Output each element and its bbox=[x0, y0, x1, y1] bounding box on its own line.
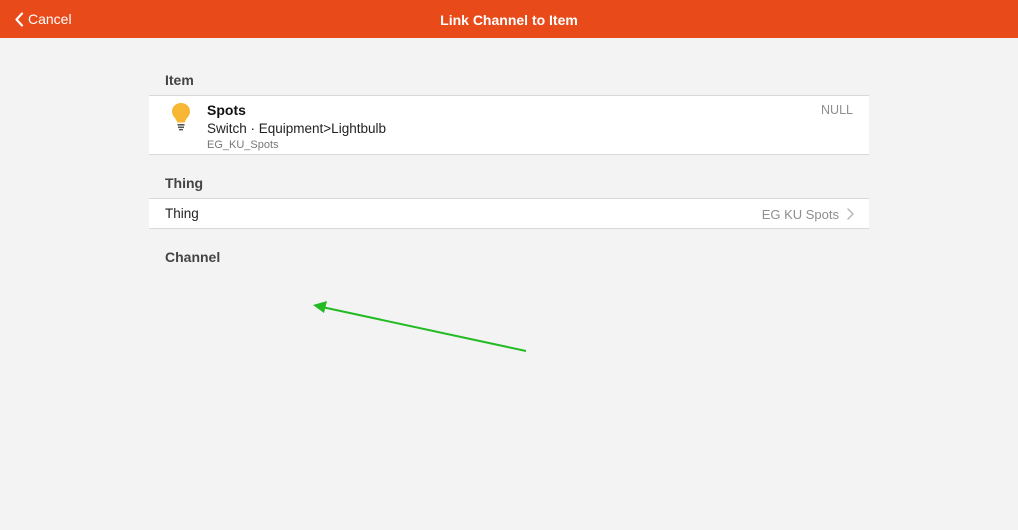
item-list: Spots Switch · Equipment>Lightbulb EG_KU… bbox=[149, 95, 869, 155]
channel-section-title: Channel bbox=[165, 249, 221, 265]
thing-select-row[interactable]: Thing EG KU Spots bbox=[149, 199, 869, 228]
thing-selected-value: EG KU Spots bbox=[761, 207, 839, 222]
item-card-spots: Spots Switch · Equipment>Lightbulb EG_KU… bbox=[149, 96, 869, 154]
thing-label: Thing bbox=[165, 206, 199, 221]
item-name: Spots bbox=[207, 102, 246, 118]
main-content: Item Spots Switch · Equipment>Lightbulb … bbox=[149, 38, 869, 267]
cancel-label: Cancel bbox=[28, 11, 72, 27]
page-title: Link Channel to Item bbox=[440, 12, 578, 28]
thing-section-title: Thing bbox=[165, 175, 204, 191]
chevron-right-icon bbox=[847, 208, 854, 220]
lightbulb-icon bbox=[172, 103, 190, 131]
green-arrow-annotation bbox=[313, 301, 527, 352]
item-section-title: Item bbox=[165, 72, 194, 88]
chevron-left-icon bbox=[15, 11, 24, 27]
item-id: EG_KU_Spots bbox=[207, 139, 279, 151]
navbar: Cancel Link Channel to Item bbox=[0, 0, 1018, 38]
item-type: Switch · Equipment>Lightbulb bbox=[207, 121, 386, 136]
cancel-button[interactable]: Cancel bbox=[14, 0, 72, 38]
thing-list: Thing EG KU Spots bbox=[149, 198, 869, 229]
item-state: NULL bbox=[821, 103, 853, 117]
